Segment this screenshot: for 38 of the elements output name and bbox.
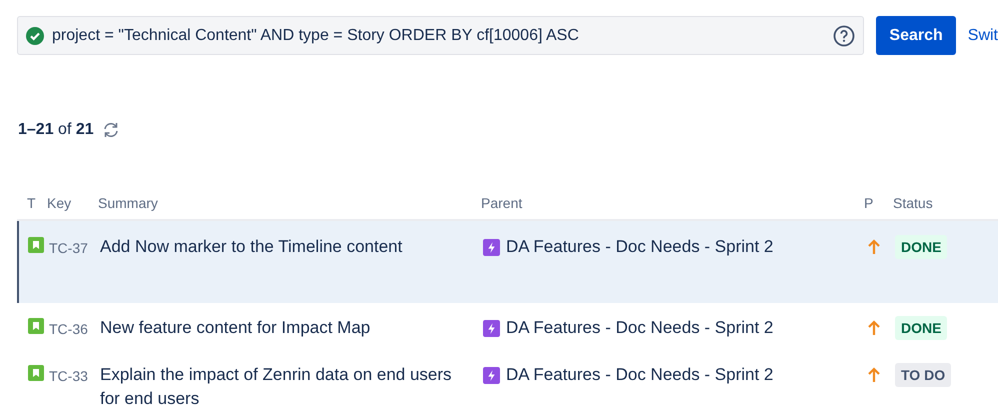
- issue-key-link[interactable]: TC-37: [49, 240, 88, 256]
- story-icon: [28, 365, 44, 381]
- status-lozenge[interactable]: TO DO: [895, 363, 952, 387]
- story-icon: [28, 237, 44, 253]
- epic-icon: [483, 320, 500, 336]
- arrow-up-icon: [866, 239, 882, 255]
- parent-link[interactable]: DA Features - Doc Needs - Sprint 2: [506, 316, 774, 340]
- issue-summary-link[interactable]: Explain the impact of Zenrin data on end users for end users: [100, 363, 473, 411]
- query-input[interactable]: project = "Technical Content" AND type = Story ORDER BY cf[10006] ASC: [52, 24, 826, 48]
- jql-search-field[interactable]: project = "Technical Content" AND type = Story ORDER BY cf[10006] ASC: [17, 16, 864, 55]
- column-header[interactable]: Key: [47, 192, 98, 214]
- result-count: 1–21 of 21: [18, 120, 94, 140]
- issue-summary-link[interactable]: New feature content for Impact Map: [100, 316, 473, 340]
- refresh-icon[interactable]: [102, 121, 120, 139]
- issue-row[interactable]: TC-33 Explain the impact of Zenrin data on end users for end users DA Features - Doc Needs - Sprint 2 TO DO: [17, 350, 998, 419]
- issue-key-link[interactable]: TC-33: [49, 368, 88, 384]
- status-lozenge[interactable]: DONE: [895, 316, 948, 340]
- story-icon: [28, 318, 44, 334]
- status-lozenge[interactable]: DONE: [895, 235, 948, 259]
- column-header[interactable]: Status: [893, 192, 973, 214]
- parent-link[interactable]: DA Features - Doc Needs - Sprint 2: [506, 235, 774, 259]
- arrow-up-icon: [866, 320, 882, 336]
- switch-link[interactable]: Swit: [968, 24, 998, 48]
- check-circle-icon: [26, 26, 44, 44]
- epic-icon: [483, 238, 500, 256]
- issue-summary-link[interactable]: Add Now marker to the Timeline content: [100, 235, 473, 259]
- parent-link[interactable]: DA Features - Doc Needs - Sprint 2: [506, 363, 774, 387]
- search-button[interactable]: Search: [876, 16, 956, 55]
- column-header[interactable]: P: [864, 192, 893, 214]
- issue-key-link[interactable]: TC-36: [49, 321, 88, 337]
- issue-row[interactable]: TC-36 New feature content for Impact Map DA Features - Doc Needs - Sprint 2 DONE: [17, 303, 998, 350]
- epic-icon: [483, 366, 500, 384]
- help-icon[interactable]: [833, 24, 856, 46]
- column-header[interactable]: T: [17, 192, 47, 214]
- column-header[interactable]: Summary: [98, 192, 481, 214]
- arrow-up-icon: [866, 367, 882, 383]
- issue-row[interactable]: TC-37 Add Now marker to the Timeline content DA Features - Doc Needs - Sprint 2 DONE: [17, 221, 998, 303]
- column-header[interactable]: Parent: [481, 192, 864, 214]
